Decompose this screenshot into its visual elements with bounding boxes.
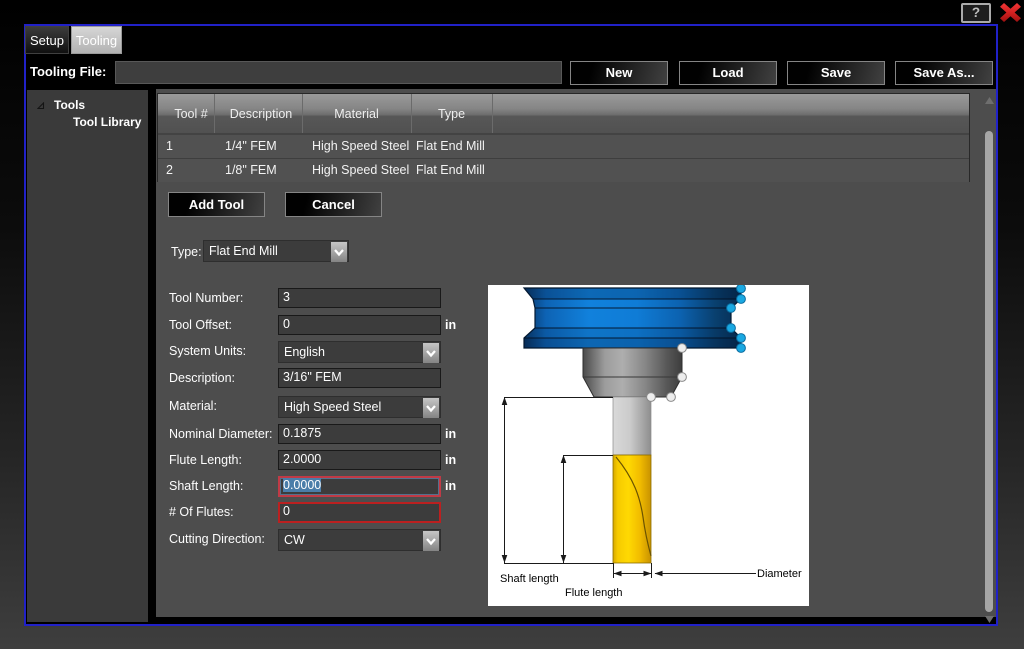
- svg-text:Diameter: Diameter: [757, 568, 802, 580]
- svg-text:Flute length: Flute length: [565, 587, 622, 599]
- svg-text:Shaft length: Shaft length: [500, 573, 559, 585]
